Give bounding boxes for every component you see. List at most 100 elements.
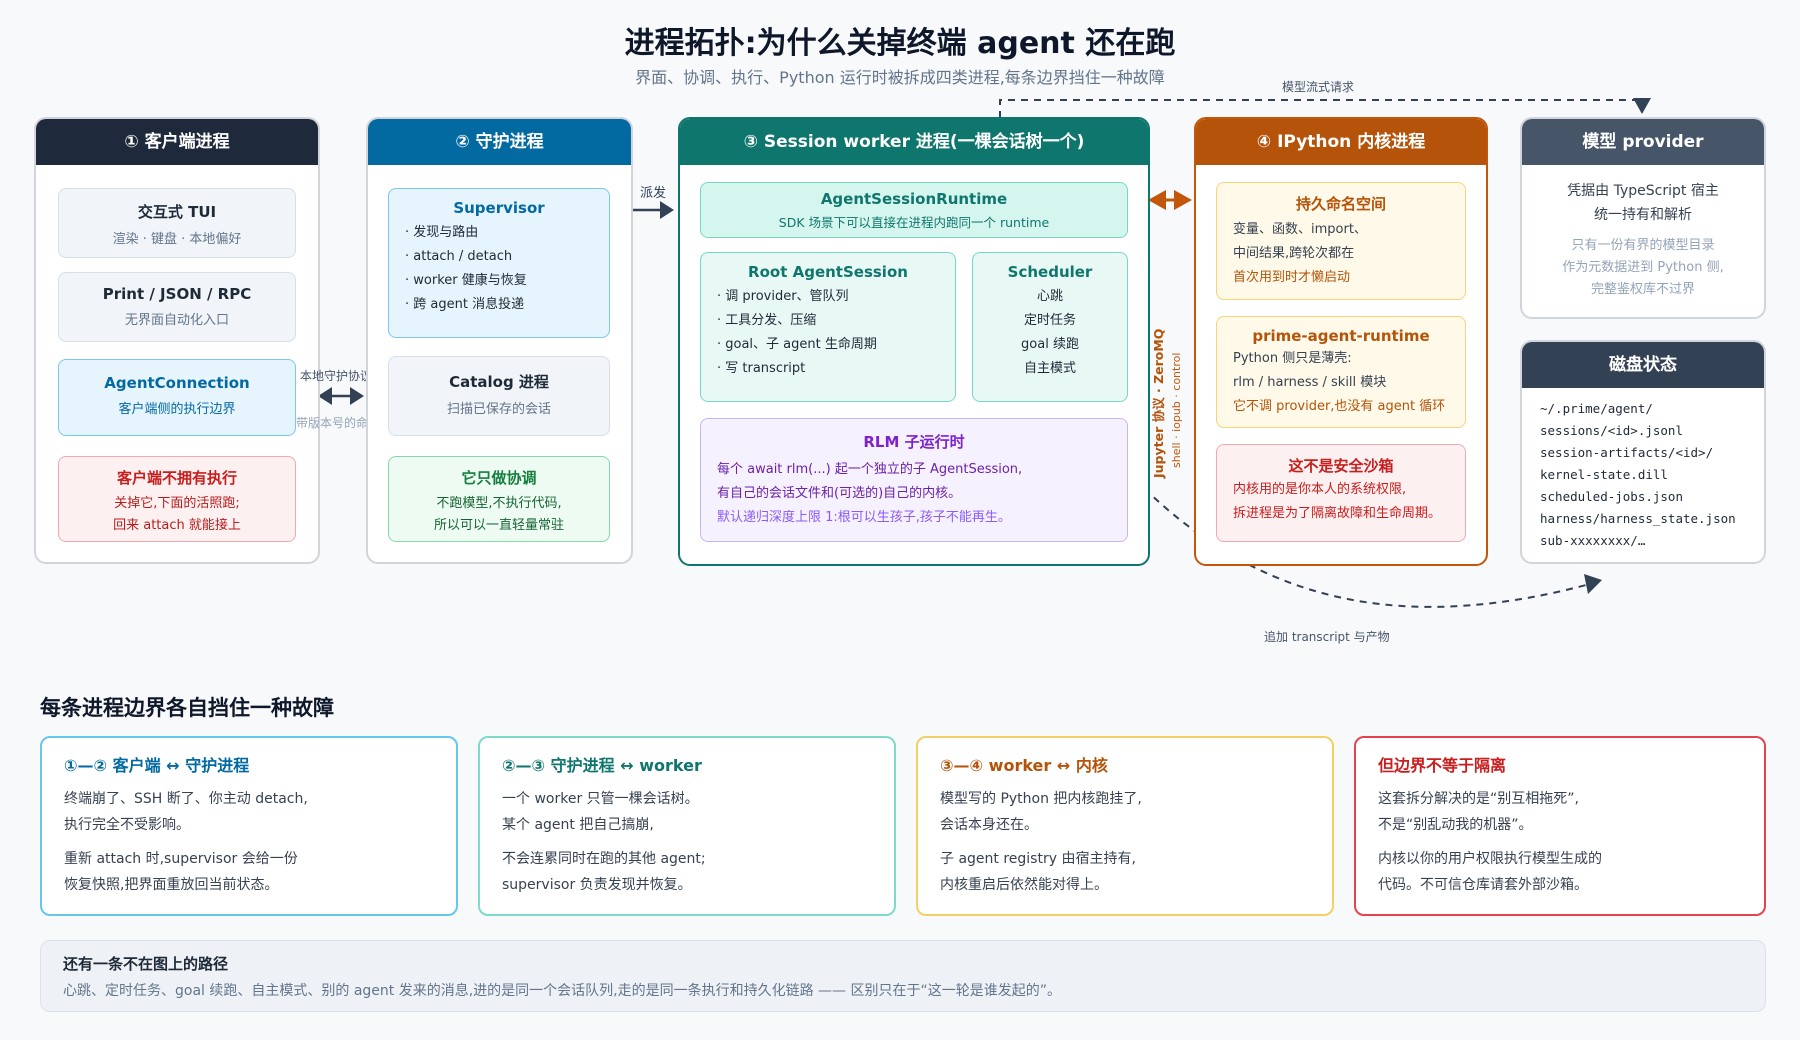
client-noexec-title: 客户端不拥有执行 xyxy=(116,469,237,487)
print-sub: 无界面自动化入口 xyxy=(124,313,229,328)
namespace-card: 持久命名空间 变量、函数、import、 中间结果,跨轮次都在 首次用到时才懒启… xyxy=(1216,182,1466,300)
root-session-item: · 写 transcript xyxy=(717,361,806,376)
failure-line: 内核以你的用户权限执行模型生成的 xyxy=(1378,851,1602,867)
not-sandbox-line: 拆进程是为了隔离故障和生命周期。 xyxy=(1233,506,1442,521)
prime-runtime-line: 它不调 provider,也没有 agent 循环 xyxy=(1233,399,1446,414)
print-title: Print / JSON / RPC xyxy=(102,285,252,303)
provider-header: 模型 provider xyxy=(1522,119,1764,165)
disk-path: kernel-state.dill xyxy=(1540,467,1668,482)
supervisor-card: Supervisor · 发现与路由 · attach / detach · w… xyxy=(388,188,610,338)
jupyter-channels-label: shell · iopub · control xyxy=(1170,352,1183,468)
failure-line: 一个 worker 只管一棵会话树。 xyxy=(502,791,699,807)
disk-path: ~/.prime/agent/ xyxy=(1540,401,1653,416)
tui-title: 交互式 TUI xyxy=(137,203,217,221)
supervisor-item: · worker 健康与恢复 xyxy=(405,273,527,288)
failure-line: 重新 attach 时,supervisor 会给一份 xyxy=(64,851,298,867)
rlm-line: 有自己的会话文件和(可选的)自己的内核。 xyxy=(717,486,962,501)
coordinate-only-title: 它只做协调 xyxy=(461,469,537,487)
rlm-card: RLM 子运行时 每个 await rlm(...) 起一个独立的子 Agent… xyxy=(700,418,1128,542)
coordinate-only-line1: 不跑模型,不执行代码, xyxy=(436,496,562,511)
coordinate-only-card: 它只做协调 不跑模型,不执行代码, 所以可以一直轻量常驻 xyxy=(388,456,610,542)
failure-line: 内核重启后依然能对得上。 xyxy=(940,877,1108,893)
dispatch-label: 派发 xyxy=(640,186,667,201)
namespace-line: 中间结果,跨轮次都在 xyxy=(1233,246,1355,261)
namespace-list: 变量、函数、import、 中间结果,跨轮次都在 首次用到时才懒启动 xyxy=(1217,218,1465,290)
failure-card-not-isolation: 但边界不等于隔离 这套拆分解决的是“别互相拖死”, 不是“别乱动我的机器”。 内核… xyxy=(1354,736,1766,916)
failure-card-title: ①—② 客户端 ↔ 守护进程 xyxy=(64,756,250,775)
failure-section-title: 每条进程边界各自挡住一种故障 xyxy=(40,696,334,720)
scheduler-item: 心跳 xyxy=(1036,289,1063,304)
failure-card-supervisor-worker: ②—③ 守护进程 ↔ worker 一个 worker 只管一棵会话树。 某个 a… xyxy=(478,736,896,916)
failure-card-worker-kernel: ③—④ worker ↔ 内核 模型写的 Python 把内核跑挂了, 会话本身还… xyxy=(916,736,1334,916)
catalog-sub: 扫描已保存的会话 xyxy=(446,402,551,417)
scheduler-item: 自主模式 xyxy=(1023,361,1076,376)
supervisor-list: · 发现与路由 · attach / detach · worker 健康与恢复… xyxy=(389,221,609,317)
agent-connection-sub: 客户端侧的执行边界 xyxy=(118,402,236,417)
worker-process-header: ③ Session worker 进程(一棵会话树一个) xyxy=(680,119,1148,165)
agent-connection-title: AgentConnection xyxy=(104,374,250,392)
disk-path: scheduled-jobs.json xyxy=(1540,489,1683,504)
model-stream-label: 模型流式请求 xyxy=(1282,80,1355,94)
scheduler-item: 定时任务 xyxy=(1023,313,1076,328)
failure-line: 执行完全不受影响。 xyxy=(64,817,190,833)
namespace-line: 变量、函数、import、 xyxy=(1233,222,1367,237)
failure-line: 这套拆分解决的是“别互相拖死”, xyxy=(1378,791,1579,807)
extra-path-note: 还有一条不在图上的路径 心跳、定时任务、goal 续跑、自主模式、别的 agen… xyxy=(40,940,1766,1012)
supervisor-process-header: ② 守护进程 xyxy=(368,119,631,165)
failure-card-title: ③—④ worker ↔ 内核 xyxy=(940,756,1108,775)
print-card: Print / JSON / RPC 无界面自动化入口 xyxy=(58,272,296,342)
tui-card: 交互式 TUI 渲染 · 键盘 · 本地偏好 xyxy=(58,188,296,258)
not-sandbox-list: 内核用的是你本人的系统权限, 拆进程是为了隔离故障和生命周期。 xyxy=(1217,478,1465,526)
client-noexec-card: 客户端不拥有执行 关掉它,下面的活照跑; 回来 attach 就能接上 xyxy=(58,456,296,542)
catalog-card: Catalog 进程 扫描已保存的会话 xyxy=(388,356,610,436)
supervisor-title: Supervisor xyxy=(453,199,545,217)
coordinate-only-line2: 所以可以一直轻量常驻 xyxy=(433,518,564,533)
failure-card-title: ②—③ 守护进程 ↔ worker xyxy=(502,756,702,775)
prime-runtime-card: prime-agent-runtime Python 侧只是薄壳: rlm / … xyxy=(1216,316,1466,428)
local-protocol-label: 本地守护协议 xyxy=(300,369,373,383)
runtime-title: AgentSessionRuntime xyxy=(820,190,1008,208)
root-session-item: · goal、子 agent 生命周期 xyxy=(717,337,877,352)
failure-line: 代码。不可信仓库请套外部沙箱。 xyxy=(1378,877,1588,893)
root-session-item: · 工具分发、压缩 xyxy=(717,313,817,328)
runtime-sub: SDK 场景下可以直接在进程内跑同一个 runtime xyxy=(778,215,1050,230)
tui-sub: 渲染 · 键盘 · 本地偏好 xyxy=(112,232,242,247)
rlm-list: 每个 await rlm(...) 起一个独立的子 AgentSession, … xyxy=(701,458,1127,530)
client-supervisor-link-arrow xyxy=(318,387,364,405)
disk-state-header: 磁盘状态 xyxy=(1522,342,1764,388)
disk-path: session-artifacts/<id>/ xyxy=(1540,445,1714,460)
rlm-line: 默认递归深度上限 1:根可以生孩子,孩子不能再生。 xyxy=(717,510,1011,525)
failure-line: 不会连累同时在跑的其他 agent; xyxy=(502,851,706,867)
append-transcript-label: 追加 transcript 与产物 xyxy=(1264,630,1390,644)
failure-line: 某个 agent 把自己搞崩, xyxy=(502,817,654,833)
disk-path: sessions/<id>.jsonl xyxy=(1540,423,1683,438)
provider-note: 作为元数据进到 Python 侧, xyxy=(1562,260,1724,275)
prime-runtime-list: Python 侧只是薄壳: rlm / harness / skill 模块 它… xyxy=(1217,347,1465,419)
extra-path-note-title: 还有一条不在图上的路径 xyxy=(63,955,229,973)
not-sandbox-title: 这不是安全沙箱 xyxy=(1288,457,1394,475)
failure-card-title: 但边界不等于隔离 xyxy=(1378,756,1507,775)
failure-line: 终端崩了、SSH 断了、你主动 detach, xyxy=(64,791,308,807)
kernel-process-header: ④ IPython 内核进程 xyxy=(1196,119,1486,165)
prime-runtime-line: Python 侧只是薄壳: xyxy=(1233,351,1352,366)
scheduler-title: Scheduler xyxy=(1007,263,1093,281)
dispatch-arrow xyxy=(632,201,674,219)
model-stream-arrow xyxy=(999,99,1643,118)
catalog-title: Catalog 进程 xyxy=(449,373,549,391)
worker-kernel-link-arrow xyxy=(1148,190,1192,210)
provider-line: 统一持有和解析 xyxy=(1594,207,1692,223)
namespace-line: 首次用到时才懒启动 xyxy=(1233,270,1351,285)
disk-state-panel: 磁盘状态 ~/.prime/agent/ sessions/<id>.jsonl… xyxy=(1520,340,1766,564)
failure-line: supervisor 负责发现并恢复。 xyxy=(502,877,692,893)
namespace-title: 持久命名空间 xyxy=(1295,195,1386,213)
runtime-card: AgentSessionRuntime SDK 场景下可以直接在进程内跑同一个 … xyxy=(700,182,1128,238)
disk-path-list: ~/.prime/agent/ sessions/<id>.jsonl sess… xyxy=(1522,388,1764,552)
client-process-header: ① 客户端进程 xyxy=(36,119,318,165)
failure-line: 模型写的 Python 把内核跑挂了, xyxy=(940,791,1142,807)
scheduler-item: goal 续跑 xyxy=(1021,337,1079,352)
provider-body: 凭据由 TypeScript 宿主 统一持有和解析 只有一份有界的模型目录 作为… xyxy=(1522,165,1764,301)
client-noexec-line1: 关掉它,下面的活照跑; xyxy=(114,496,240,511)
client-noexec-line2: 回来 attach 就能接上 xyxy=(113,518,241,533)
root-session-list: · 调 provider、管队列 · 工具分发、压缩 · goal、子 agen… xyxy=(701,285,955,381)
disk-path: harness/harness_state.json xyxy=(1540,511,1736,526)
